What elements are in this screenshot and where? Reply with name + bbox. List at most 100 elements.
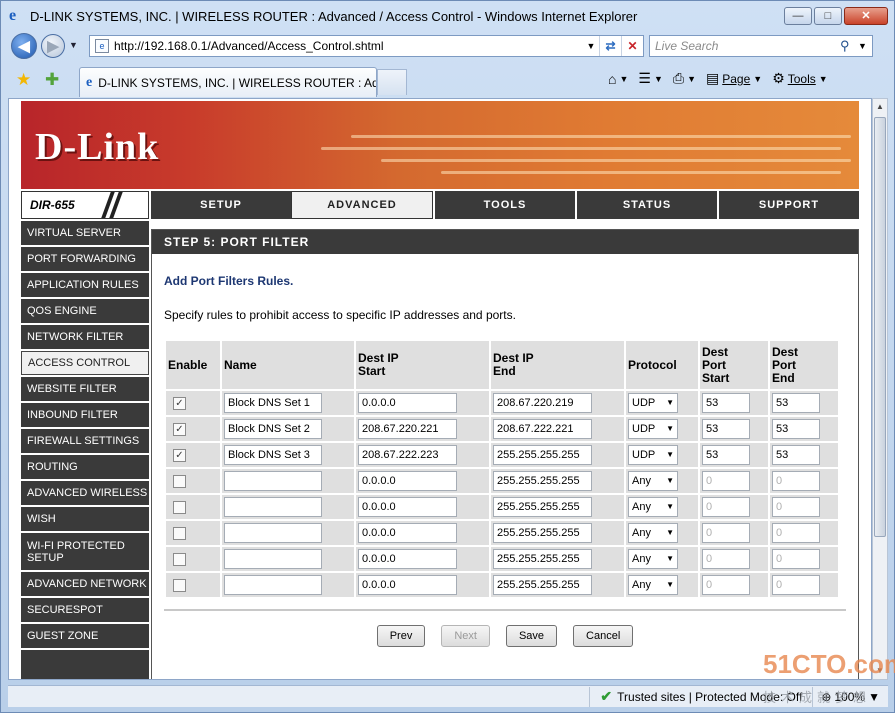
back-button[interactable]: ◀ [11, 33, 37, 59]
cancel-button[interactable]: Cancel [573, 625, 634, 647]
new-tab-button[interactable] [377, 69, 407, 95]
ip-start-field[interactable]: 0.0.0.0 [358, 497, 457, 517]
history-dropdown-icon[interactable]: ▼ [69, 40, 78, 50]
ip-end-field[interactable]: 255.255.255.255 [493, 523, 592, 543]
tab-tools[interactable]: TOOLS [433, 191, 575, 219]
name-field[interactable] [224, 549, 322, 569]
favorites-star-icon[interactable]: ★ [16, 70, 31, 90]
search-icon[interactable]: ⚲ [840, 38, 858, 54]
port-end-field[interactable]: 53 [772, 393, 820, 413]
port-end-field[interactable]: 0 [772, 497, 820, 517]
sidebar-item-wish[interactable]: WISH [21, 507, 149, 531]
stop-icon[interactable]: ✕ [621, 36, 643, 56]
port-start-field[interactable]: 0 [702, 575, 750, 595]
ip-end-field[interactable]: 208.67.220.219 [493, 393, 592, 413]
search-box[interactable]: Live Search ⚲ ▼ [649, 35, 873, 57]
ip-end-field[interactable]: 255.255.255.255 [493, 471, 592, 491]
sidebar-item-advanced-network[interactable]: ADVANCED NETWORK [21, 572, 149, 596]
scroll-up-icon[interactable]: ▲ [873, 99, 887, 115]
protocol-select[interactable]: Any ▼ [628, 549, 678, 569]
minimize-button[interactable]: — [784, 7, 812, 25]
tab-status[interactable]: STATUS [575, 191, 717, 219]
tab-support[interactable]: SUPPORT [717, 191, 859, 219]
sidebar-item-firewall-settings[interactable]: FIREWALL SETTINGS [21, 429, 149, 453]
sidebar-item-network-filter[interactable]: NETWORK FILTER [21, 325, 149, 349]
ip-start-field[interactable]: 0.0.0.0 [358, 523, 457, 543]
protocol-select[interactable]: Any ▼ [628, 497, 678, 517]
port-end-field[interactable]: 53 [772, 445, 820, 465]
port-start-field[interactable]: 0 [702, 471, 750, 491]
address-dropdown-icon[interactable]: ▼ [583, 41, 599, 51]
enable-checkbox[interactable]: ✓ [173, 396, 186, 410]
feeds-button[interactable]: ☰ ▼ [635, 70, 665, 87]
save-button[interactable]: Save [505, 625, 558, 647]
sidebar-item-advanced-wireless[interactable]: ADVANCED WIRELESS [21, 481, 149, 505]
port-start-field[interactable]: 0 [702, 549, 750, 569]
print-button[interactable]: ⎙ ▼ [670, 70, 699, 87]
ip-start-field[interactable]: 0.0.0.0 [358, 549, 457, 569]
protocol-select[interactable]: Any ▼ [628, 523, 678, 543]
ip-start-field[interactable]: 0.0.0.0 [358, 393, 457, 413]
port-end-field[interactable]: 0 [772, 575, 820, 595]
port-end-field[interactable]: 0 [772, 549, 820, 569]
ip-start-field[interactable]: 208.67.222.223 [358, 445, 457, 465]
port-end-field[interactable]: 0 [772, 523, 820, 543]
ip-start-field[interactable]: 0.0.0.0 [358, 575, 457, 595]
name-field[interactable] [224, 497, 322, 517]
vertical-scrollbar[interactable]: ▲ ▼ [872, 98, 888, 680]
sidebar-item-securespot[interactable]: SECURESPOT [21, 598, 149, 622]
close-button[interactable]: ✕ [844, 7, 888, 25]
ip-start-field[interactable]: 208.67.220.221 [358, 419, 457, 439]
sidebar-item-routing[interactable]: ROUTING [21, 455, 149, 479]
port-end-field[interactable]: 53 [772, 419, 820, 439]
sidebar-item-qos-engine[interactable]: QOS ENGINE [21, 299, 149, 323]
tools-menu[interactable]: ⚙ Tools ▼ [769, 70, 831, 87]
sidebar-item-application-rules[interactable]: APPLICATION RULES [21, 273, 149, 297]
name-field[interactable]: Block DNS Set 1 [224, 393, 322, 413]
sidebar-item-port-forwarding[interactable]: PORT FORWARDING [21, 247, 149, 271]
name-field[interactable]: Block DNS Set 3 [224, 445, 322, 465]
ip-end-field[interactable]: 255.255.255.255 [493, 549, 592, 569]
port-start-field[interactable]: 53 [702, 419, 750, 439]
ip-start-field[interactable]: 0.0.0.0 [358, 471, 457, 491]
maximize-button[interactable]: □ [814, 7, 842, 25]
search-input[interactable]: Live Search [655, 39, 840, 53]
enable-checkbox[interactable] [173, 552, 186, 566]
protocol-select[interactable]: Any ▼ [628, 471, 678, 491]
prev-button[interactable]: Prev [376, 625, 426, 647]
name-field[interactable] [224, 575, 322, 595]
port-start-field[interactable]: 53 [702, 445, 750, 465]
sidebar-item-access-control[interactable]: ACCESS CONTROL [21, 351, 149, 375]
next-button[interactable]: Next [441, 625, 490, 647]
address-bar[interactable]: e http://192.168.0.1/Advanced/Access_Con… [89, 35, 644, 57]
ip-end-field[interactable]: 255.255.255.255 [493, 497, 592, 517]
add-favorites-icon[interactable]: ✚ [45, 70, 59, 90]
enable-checkbox[interactable] [173, 526, 186, 540]
url-text[interactable]: http://192.168.0.1/Advanced/Access_Contr… [114, 39, 583, 53]
name-field[interactable] [224, 523, 322, 543]
enable-checkbox[interactable] [173, 474, 186, 488]
protocol-select[interactable]: UDP ▼ [628, 419, 678, 439]
sidebar-item-inbound-filter[interactable]: INBOUND FILTER [21, 403, 149, 427]
tab-router[interactable]: e D-LINK SYSTEMS, INC. | WIRELESS ROUTER… [79, 67, 377, 97]
port-end-field[interactable]: 0 [772, 471, 820, 491]
sidebar-item-virtual-server[interactable]: VIRTUAL SERVER [21, 221, 149, 245]
port-start-field[interactable]: 0 [702, 523, 750, 543]
name-field[interactable] [224, 471, 322, 491]
protocol-select[interactable]: UDP ▼ [628, 393, 678, 413]
protocol-select[interactable]: UDP ▼ [628, 445, 678, 465]
ip-end-field[interactable]: 208.67.222.221 [493, 419, 592, 439]
tab-advanced[interactable]: ADVANCED [291, 191, 433, 219]
tab-setup[interactable]: SETUP [149, 191, 291, 219]
sidebar-item-guest-zone[interactable]: GUEST ZONE [21, 624, 149, 648]
protocol-select[interactable]: Any ▼ [628, 575, 678, 595]
page-menu[interactable]: ▤ Page ▼ [703, 70, 765, 87]
enable-checkbox[interactable] [173, 500, 186, 514]
enable-checkbox[interactable] [173, 578, 186, 592]
name-field[interactable]: Block DNS Set 2 [224, 419, 322, 439]
refresh-icon[interactable]: ⇄ [599, 36, 621, 56]
forward-button[interactable]: ▶ [41, 34, 65, 58]
sidebar-item-website-filter[interactable]: WEBSITE FILTER [21, 377, 149, 401]
ip-end-field[interactable]: 255.255.255.255 [493, 575, 592, 595]
port-start-field[interactable]: 53 [702, 393, 750, 413]
